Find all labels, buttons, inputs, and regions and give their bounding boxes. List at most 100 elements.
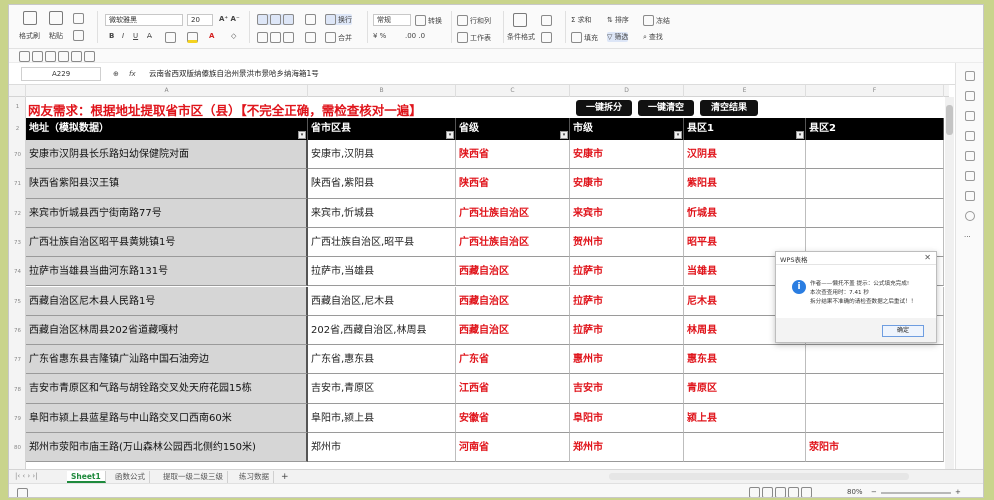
cell-city[interactable]: 拉萨市 bbox=[570, 315, 684, 346]
quick-icons[interactable] bbox=[19, 51, 95, 62]
cell-combo[interactable]: 来宾市,忻城县 bbox=[308, 198, 456, 228]
name-box[interactable]: A229 bbox=[21, 67, 101, 81]
cell-style-icon[interactable] bbox=[541, 15, 552, 26]
sidebar-property-icon[interactable] bbox=[965, 131, 975, 141]
cond-format-label[interactable]: 条件格式 bbox=[507, 32, 535, 42]
cell-combo[interactable]: 安康市,汉阴县 bbox=[308, 140, 456, 170]
cell-district2[interactable] bbox=[806, 140, 944, 170]
cell-combo[interactable]: 吉安市,青原区 bbox=[308, 374, 456, 404]
cell-icon[interactable] bbox=[541, 32, 552, 43]
vertical-scrollbar[interactable] bbox=[945, 97, 954, 469]
font-size-select[interactable]: 20 bbox=[187, 14, 213, 26]
col-header-e[interactable]: E bbox=[684, 85, 806, 97]
add-sheet-icon[interactable]: + bbox=[281, 472, 289, 482]
scroll-thumb[interactable] bbox=[946, 105, 953, 135]
cell-city[interactable]: 拉萨市 bbox=[570, 257, 684, 287]
align-top-icon[interactable] bbox=[257, 14, 294, 25]
cell-combo[interactable]: 陕西省,紫阳县 bbox=[308, 169, 456, 199]
row-num[interactable]: 78 bbox=[9, 387, 26, 393]
worksheet-button[interactable]: 工作表 bbox=[457, 32, 491, 43]
zoom-slider[interactable] bbox=[881, 492, 951, 494]
split-button[interactable]: 一键拆分 bbox=[576, 100, 632, 116]
sidebar-help-icon[interactable] bbox=[965, 211, 975, 221]
cell-province[interactable]: 河南省 bbox=[456, 433, 570, 463]
header-address[interactable]: 地址（模拟数据） ▾ bbox=[26, 118, 308, 140]
col-header-c[interactable]: C bbox=[456, 85, 570, 97]
formula-input[interactable]: 云南省西双版纳傣族自治州景洪市景哈乡纳海箱1号 bbox=[149, 67, 319, 81]
row-num[interactable]: 71 bbox=[9, 181, 26, 187]
cell-district2[interactable] bbox=[806, 345, 944, 375]
clear-format-icon[interactable]: ◇ bbox=[231, 32, 236, 40]
sidebar-more-icon[interactable]: ··· bbox=[964, 233, 971, 241]
clear-result-button[interactable]: 清空结果 bbox=[700, 100, 758, 116]
row-num[interactable]: 73 bbox=[9, 240, 26, 246]
cell-province[interactable]: 陕西省 bbox=[456, 169, 570, 199]
sheet-title[interactable]: 网友需求：根据地址提取省市区（县）【不完全正确，需检查核对一遍】 bbox=[28, 100, 422, 119]
cell-combo[interactable]: 广东省,惠东县 bbox=[308, 345, 456, 375]
tab-practice[interactable]: 练习数据 bbox=[235, 471, 274, 483]
fx-icon[interactable]: fx bbox=[129, 70, 136, 78]
cell-city[interactable]: 安康市 bbox=[570, 140, 684, 170]
underline-button[interactable]: U bbox=[133, 32, 138, 40]
cell-district1[interactable]: 汉阴县 bbox=[684, 140, 806, 170]
sidebar-book-icon[interactable] bbox=[965, 171, 975, 181]
cell-combo[interactable]: 202省,西藏自治区,林周县 bbox=[308, 315, 456, 346]
cell-combo[interactable]: 广西壮族自治区,昭平县 bbox=[308, 227, 456, 258]
cell-district1[interactable]: 紫阳县 bbox=[684, 169, 806, 199]
view-mode-icons[interactable] bbox=[749, 487, 812, 497]
tab-sheet1[interactable]: Sheet1 bbox=[67, 471, 106, 483]
col-header-b[interactable]: B bbox=[308, 85, 456, 97]
tab-extract[interactable]: 提取一级二级三级 bbox=[159, 471, 228, 483]
cell-address[interactable]: 广东省惠东县吉隆镇广汕路中国石油旁边 bbox=[26, 345, 308, 375]
cell-address[interactable]: 西藏自治区林周县202省道藏嘎村 bbox=[26, 315, 308, 346]
cell-province[interactable]: 西藏自治区 bbox=[456, 257, 570, 287]
horizontal-scrollbar[interactable] bbox=[609, 473, 909, 480]
filter-dropdown-icon[interactable]: ▾ bbox=[560, 131, 568, 139]
zoom-out-icon[interactable]: − bbox=[871, 488, 877, 496]
close-icon[interactable]: ✕ bbox=[924, 253, 931, 262]
tab-function[interactable]: 函数公式 bbox=[111, 471, 150, 483]
row-col-button[interactable]: 行和列 bbox=[457, 15, 491, 26]
decimal-icon[interactable]: .00 .0 bbox=[405, 32, 425, 40]
cell-city[interactable]: 安康市 bbox=[570, 169, 684, 199]
italic-button[interactable]: I bbox=[122, 32, 124, 40]
col-header-d[interactable]: D bbox=[570, 85, 684, 97]
fill-button[interactable]: 填充 bbox=[571, 32, 598, 43]
row-num[interactable]: 1 bbox=[9, 104, 26, 110]
increase-font-icon[interactable]: A⁺ A⁻ bbox=[219, 15, 240, 23]
cell-district1[interactable]: 颍上县 bbox=[684, 403, 806, 433]
zoom-in-icon[interactable]: + bbox=[955, 488, 961, 496]
zoom-level[interactable]: 80% bbox=[847, 488, 863, 496]
cell-province[interactable]: 西藏自治区 bbox=[456, 286, 570, 316]
filter-dropdown-icon[interactable]: ▾ bbox=[446, 131, 454, 139]
font-name-select[interactable]: 微软雅黑 bbox=[105, 14, 183, 26]
cell-city[interactable]: 惠州市 bbox=[570, 345, 684, 375]
find-button[interactable]: ⌕ 查找 bbox=[643, 32, 663, 42]
cell-district2[interactable] bbox=[806, 198, 944, 228]
zoom-search-icon[interactable]: ⊕ bbox=[113, 70, 119, 78]
cell-city[interactable]: 来宾市 bbox=[570, 198, 684, 228]
sidebar-select-icon[interactable] bbox=[965, 71, 975, 81]
copy-icon[interactable] bbox=[73, 30, 84, 41]
freeze-button[interactable]: 冻结 bbox=[643, 15, 670, 26]
cut-icon[interactable] bbox=[73, 13, 84, 24]
cell-province[interactable]: 安徽省 bbox=[456, 403, 570, 433]
font-color-icon[interactable]: A bbox=[209, 32, 214, 40]
header-province[interactable]: 省级 ▾ bbox=[456, 118, 570, 140]
filter-dropdown-icon[interactable]: ▾ bbox=[796, 131, 804, 139]
cell-province[interactable]: 江西省 bbox=[456, 374, 570, 404]
bold-button[interactable]: B bbox=[109, 32, 114, 40]
sidebar-layout-icon[interactable] bbox=[965, 191, 975, 201]
align-left-icon[interactable] bbox=[257, 32, 294, 43]
row-num[interactable]: 74 bbox=[9, 269, 26, 275]
cell-district2[interactable]: 荥阳市 bbox=[806, 433, 944, 463]
border-icon[interactable] bbox=[165, 32, 176, 43]
cell-address[interactable]: 拉萨市当雄县当曲河东路131号 bbox=[26, 257, 308, 287]
distribute-icon[interactable] bbox=[305, 32, 316, 43]
cell-city[interactable]: 郑州市 bbox=[570, 433, 684, 463]
cell-city[interactable]: 阜阳市 bbox=[570, 403, 684, 433]
cell-address[interactable]: 阜阳市颍上县蓝星路与中山路交叉口西南60米 bbox=[26, 403, 308, 433]
cell-address[interactable]: 郑州市荥阳市庙王路(万山森林公园西北侧约150米) bbox=[26, 433, 308, 463]
cell-address[interactable]: 广西壮族自治区昭平县黄姚镇1号 bbox=[26, 227, 308, 258]
ok-button[interactable]: 确定 bbox=[882, 325, 924, 337]
